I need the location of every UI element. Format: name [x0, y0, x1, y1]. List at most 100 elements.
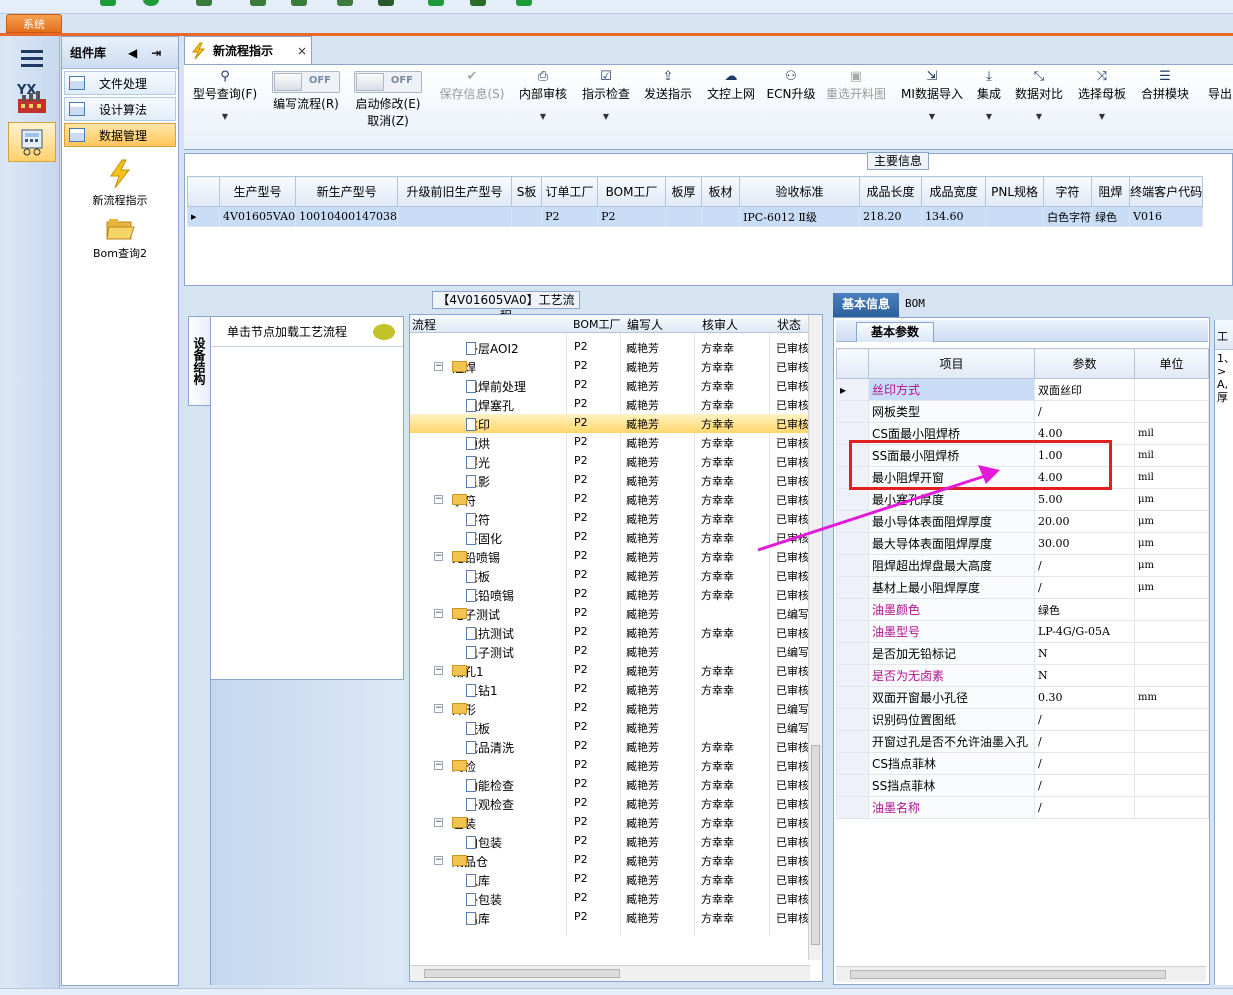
send-instruction-button[interactable]: ⇪ 发送指示 — [642, 69, 694, 102]
tree-node[interactable]: 外观检查 P2 臧艳芳 方幸幸 已审核 — [410, 794, 809, 813]
tree-node[interactable]: −字符 P2 臧艳芳 方幸幸 已审核 — [410, 490, 809, 509]
column-header[interactable]: BOM工厂 — [597, 176, 667, 207]
tree-node[interactable]: 显影 P2 臧艳芳 方幸幸 已审核 — [410, 471, 809, 490]
collapse-toggle-icon[interactable]: − — [434, 609, 443, 618]
column-header[interactable]: 新生产型号 — [295, 176, 399, 207]
param-row[interactable]: 网板类型 / — [836, 400, 1209, 423]
tree-node[interactable]: 阻焊前处理 P2 臧艳芳 方幸幸 已审核 — [410, 376, 809, 395]
collapse-left-icon[interactable]: ◀ — [128, 46, 137, 60]
tree-node[interactable]: − 电子测试 P2 臧艳芳 已编写 — [410, 604, 809, 623]
copy-icon[interactable] — [337, 0, 353, 6]
menu-icon[interactable] — [8, 38, 56, 78]
chevron-down-icon[interactable]: ▼ — [972, 112, 1006, 121]
param-value[interactable]: / — [1034, 796, 1135, 819]
column-header[interactable]: 参数 — [1034, 348, 1135, 379]
param-value[interactable]: 5.00 — [1034, 488, 1135, 511]
param-value[interactable]: N — [1034, 664, 1135, 687]
column-header[interactable]: 字符 — [1043, 176, 1093, 207]
tree-node[interactable]: 预烘 P2 臧艳芳 方幸幸 已审核 — [410, 433, 809, 452]
close-icon[interactable]: × — [297, 44, 307, 58]
column-header[interactable]: BOM工厂 — [573, 316, 621, 332]
nav-item-design-algorithm[interactable]: 设计算法 — [64, 97, 176, 121]
horizontal-scrollbar[interactable] — [836, 966, 1206, 982]
table-cell[interactable]: P2 — [541, 206, 599, 227]
mi-data-import-button[interactable]: ⇲ MI数据导入 ▼ — [898, 69, 966, 121]
tab-basic-params[interactable]: 基本参数 — [856, 322, 934, 342]
tab-bom[interactable]: BOM — [905, 297, 925, 310]
tree-node[interactable]: 成品清洗 P2 臧艳芳 方幸幸 已审核 — [410, 737, 809, 756]
param-value[interactable]: N — [1034, 642, 1135, 665]
chevron-down-icon[interactable]: ▼ — [1014, 112, 1064, 121]
table-cell[interactable]: 134.60 — [921, 206, 987, 227]
column-header[interactable]: 状态 — [777, 316, 801, 333]
param-value[interactable]: / — [1034, 576, 1135, 599]
scrollbar-thumb[interactable] — [811, 745, 820, 945]
collapse-toggle-icon[interactable]: − — [434, 666, 443, 675]
param-row[interactable]: 油墨颜色 绿色 — [836, 598, 1209, 621]
tree-node[interactable]: 外包装 P2 臧艳芳 方幸幸 已审核 — [410, 889, 809, 908]
system-tab[interactable]: 系统 — [6, 14, 62, 33]
column-header[interactable]: 项目 — [868, 348, 1035, 379]
scrollbar-thumb[interactable] — [424, 969, 620, 978]
reselect-cutting-drawing-button[interactable]: ▣ 重选开料图 — [824, 69, 888, 102]
tree-node[interactable]: 曝光 P2 臧艳芳 方幸幸 已审核 — [410, 452, 809, 471]
save-icon[interactable] — [291, 0, 307, 6]
column-header[interactable]: 订单工厂 — [541, 176, 599, 207]
param-row[interactable]: SS挡点菲林 / — [836, 774, 1209, 797]
tree-node[interactable]: 内包装 P2 臧艳芳 方幸幸 已审核 — [410, 832, 809, 851]
chart-icon[interactable] — [378, 0, 394, 6]
table-cell[interactable] — [665, 206, 703, 227]
chevron-down-icon[interactable]: ▼ — [190, 112, 260, 121]
tree-node[interactable]: 阻抗测试 P2 臧艳芳 方幸幸 已审核 — [410, 623, 809, 642]
factory-icon[interactable]: YX — [8, 78, 56, 118]
table-cell[interactable]: 绿色 — [1091, 206, 1131, 227]
param-row[interactable]: 最大导体表面阻焊厚度 30.00 μm — [836, 532, 1209, 555]
export-icon[interactable] — [516, 0, 532, 6]
param-value[interactable]: 30.00 — [1034, 532, 1135, 555]
param-row[interactable]: 开窗过孔是否不允许油墨入孔 / — [836, 730, 1209, 753]
report-icon[interactable] — [470, 0, 486, 6]
column-header[interactable]: 阻焊 — [1091, 176, 1131, 207]
table-cell[interactable]: 白色字符 — [1043, 206, 1093, 227]
tree-node[interactable]: 丝印 P2 臧艳芳 方幸幸 已审核 — [410, 414, 809, 433]
tree-node[interactable]: 二钻1 P2 臧艳芳 方幸幸 已审核 — [410, 680, 809, 699]
ecn-upgrade-button[interactable]: ⚇ ECN升级 — [766, 69, 816, 102]
chevron-down-icon[interactable]: ▼ — [580, 112, 632, 121]
param-value[interactable]: / — [1034, 708, 1135, 731]
column-header[interactable]: 单位 — [1134, 348, 1209, 379]
user-icon[interactable] — [143, 0, 159, 6]
tab-new-flow-instruction[interactable]: 新流程指示 × — [184, 36, 312, 64]
chevron-down-icon[interactable]: ▼ — [898, 112, 966, 121]
table-cell[interactable]: 10010400147038 — [295, 206, 399, 227]
param-row[interactable]: 是否加无铅标记 N — [836, 642, 1209, 665]
internal-review-button[interactable]: ⎙ 内部审核 ▼ — [516, 69, 570, 121]
param-value[interactable]: 0.30 — [1034, 686, 1135, 709]
column-header[interactable]: 生产型号 — [218, 176, 297, 207]
collapse-toggle-icon[interactable]: − — [434, 495, 443, 504]
merge-module-button[interactable]: ☰ 合拼模块 — [1140, 69, 1190, 102]
search-icon[interactable] — [100, 0, 116, 6]
table-cell[interactable] — [701, 206, 741, 227]
collapse-toggle-icon[interactable]: − — [434, 552, 443, 561]
scrollbar-thumb[interactable] — [850, 970, 1166, 979]
shortcut-new-flow[interactable]: 新流程指示 — [62, 159, 178, 208]
comment-icon[interactable] — [373, 323, 395, 340]
tree-node[interactable]: 阻焊塞孔 P2 臧艳芳 方幸幸 已审核 — [410, 395, 809, 414]
column-header[interactable]: 编写人 — [627, 316, 663, 333]
table-cell[interactable]: V016 — [1129, 206, 1204, 227]
collapse-toggle-icon[interactable]: − — [434, 818, 443, 827]
table-cell[interactable]: IPC-6012 Ⅱ级 — [739, 206, 861, 227]
tree-node[interactable]: − 无铅喷锡 P2 臧艳芳 方幸幸 已审核 — [410, 547, 809, 566]
param-row[interactable]: 油墨名称 / — [836, 796, 1209, 819]
select-master-board-button[interactable]: ⤨ 选择母板 ▼ — [1076, 69, 1128, 121]
cut-icon[interactable] — [250, 0, 266, 6]
column-header[interactable]: 核审人 — [702, 316, 738, 333]
table-cell[interactable]: P2 — [597, 206, 667, 227]
nav-item-file-processing[interactable]: 文件处理 — [64, 71, 176, 95]
table-cell[interactable] — [397, 206, 513, 227]
tab-basic-info[interactable]: 基本信息 — [833, 293, 899, 317]
param-row[interactable]: ▸ 丝印方式 双面丝印 — [836, 378, 1209, 401]
tree-node[interactable]: 铣板 P2 臧艳芳 已编写 — [410, 718, 809, 737]
column-header[interactable]: 板厚 — [665, 176, 703, 207]
column-header[interactable]: 板材 — [701, 176, 741, 207]
